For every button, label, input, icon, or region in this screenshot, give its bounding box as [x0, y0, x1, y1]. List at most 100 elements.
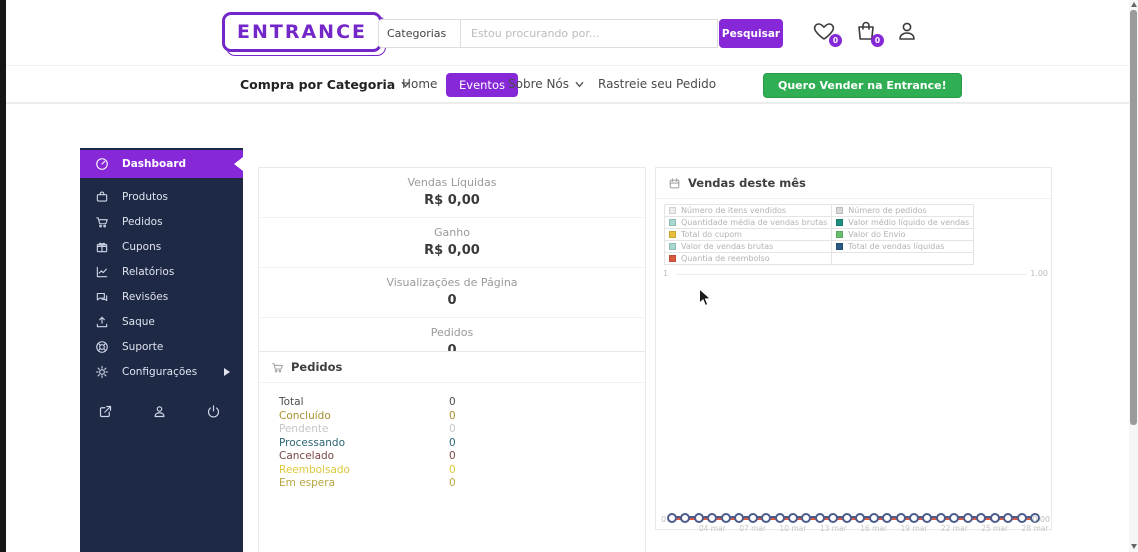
sidebar-item-label: Relatórios [122, 266, 174, 278]
legend-swatch [836, 219, 843, 226]
legend-swatch [669, 219, 676, 226]
legend-item[interactable]: Número de pedidos [832, 205, 974, 217]
sidebar-item-saque[interactable]: Saque [80, 309, 243, 334]
legend-item[interactable]: Total do cupom [665, 229, 832, 241]
legend-item[interactable]: Quantia de reembolso [665, 253, 832, 265]
legend-swatch [836, 207, 843, 214]
order-status-count: 0 [449, 410, 456, 424]
legend-item[interactable]: Total de vendas líquidas [832, 241, 974, 253]
data-point [976, 513, 986, 523]
sidebar-item-pedidos[interactable]: Pedidos [80, 209, 243, 234]
briefcase-icon [95, 190, 109, 204]
nav-compra-por-categoria[interactable]: Compra por Categoria [240, 66, 410, 102]
account-button[interactable] [895, 19, 919, 43]
sidebar-item-configuracoes[interactable]: Configurações [80, 359, 243, 384]
scroll-down-arrow-icon[interactable] [1131, 544, 1137, 549]
legend-label: Número de pedidos [848, 206, 926, 215]
nav-home-label: Home [402, 77, 437, 91]
stat-label: Ganho [259, 226, 645, 239]
speedometer-icon [95, 157, 109, 171]
stat-vendas-liquidas[interactable]: Vendas Líquidas R$ 0,00 [259, 168, 645, 218]
chart-markers[interactable] [672, 512, 1035, 523]
sidebar-item-revisoes[interactable]: Revisões [80, 284, 243, 309]
order-status-row[interactable]: Concluído 0 [279, 410, 625, 424]
main-nav: Compra por Categoria Home Eventos Sobre … [6, 66, 1129, 104]
order-status-row[interactable]: Em espera 0 [279, 477, 625, 491]
legend-swatch [669, 255, 676, 262]
sidebar-item-cupons[interactable]: Cupons [80, 234, 243, 259]
data-point [1003, 513, 1013, 523]
order-status-count: 0 [449, 396, 456, 410]
nav-rastreie-label: Rastreie seu Pedido [598, 77, 716, 91]
order-status-row[interactable]: Pendente 0 [279, 423, 625, 437]
legend-label: Total de vendas líquidas [848, 242, 944, 251]
submenu-arrow-icon [224, 368, 230, 376]
page-scrollbar[interactable] [1129, 0, 1138, 552]
wishlist-button[interactable]: 0 [812, 19, 836, 43]
sidebar-item-produtos[interactable]: Produtos [80, 184, 243, 209]
stat-value: R$ 0,00 [259, 243, 645, 258]
x-axis-tick-label: 04 mar [699, 524, 726, 533]
search-input[interactable] [460, 19, 718, 48]
data-point [721, 513, 731, 523]
scroll-up-arrow-icon[interactable] [1131, 2, 1137, 7]
order-status-label: Em espera [279, 477, 449, 491]
data-point [963, 513, 973, 523]
sidebar-item-dashboard[interactable]: Dashboard [80, 150, 243, 178]
x-axis-tick-label: 19 mar [901, 524, 928, 533]
data-point [667, 513, 677, 523]
x-axis-tick-label: 25 mar [981, 524, 1008, 533]
profile-button[interactable] [152, 404, 167, 423]
data-point [707, 513, 717, 523]
sidebar-item-label: Cupons [122, 241, 161, 253]
nav-home[interactable]: Home [402, 66, 437, 102]
user-icon [895, 19, 919, 43]
legend-item[interactable]: Valor de vendas brutas [665, 241, 832, 253]
categories-dropdown-label: Categorias [387, 27, 446, 40]
logout-button[interactable] [206, 404, 221, 423]
y-axis-left-label: 1 [663, 269, 668, 278]
categories-dropdown[interactable]: Categorias [378, 19, 460, 48]
sidebar-item-suporte[interactable]: Suporte [80, 334, 243, 359]
logo[interactable]: ENTRANCE [222, 12, 382, 52]
legend-label: Total do cupom [681, 230, 742, 239]
order-status-row[interactable]: Processando 0 [279, 437, 625, 451]
power-icon [206, 404, 221, 419]
chart-line-icon [95, 265, 109, 279]
stat-visualizacoes[interactable]: Visualizações de Página 0 [259, 268, 645, 318]
search-bar: Categorias Pesquisar [378, 19, 783, 48]
legend-item[interactable]: Valor médio líquido de vendas [832, 217, 974, 229]
order-status-row[interactable]: Reembolsado 0 [279, 464, 625, 478]
order-status-row[interactable]: Total 0 [279, 396, 625, 410]
monthly-sales-panel: Vendas deste mês Número de itens vendido… [655, 167, 1052, 530]
legend-item[interactable]: Quantidade média de vendas brutas [665, 217, 832, 229]
stat-ganho[interactable]: Ganho R$ 0,00 [259, 218, 645, 268]
visit-store-button[interactable] [98, 404, 113, 423]
vendor-sidebar: Dashboard Produtos Pedidos Cupons Relató… [80, 148, 243, 552]
data-point [936, 513, 946, 523]
data-point [748, 513, 758, 523]
sidebar-item-label: Pedidos [122, 216, 163, 228]
legend-item[interactable]: Número de itens vendidos [665, 205, 832, 217]
order-status-count: 0 [449, 437, 456, 451]
calendar-icon [668, 177, 681, 190]
data-point [869, 513, 879, 523]
stat-label: Visualizações de Página [259, 276, 645, 289]
data-point [788, 513, 798, 523]
scrollbar-thumb[interactable] [1130, 10, 1137, 425]
nav-sobre-nos[interactable]: Sobre Nós [508, 66, 584, 102]
legend-item[interactable]: Valor do Envio [832, 229, 974, 241]
order-status-row[interactable]: Cancelado 0 [279, 450, 625, 464]
page: ENTRANCE Categorias Pesquisar 0 0 Compra… [0, 0, 1138, 552]
nav-rastreie-pedido[interactable]: Rastreie seu Pedido [598, 66, 716, 102]
legend-label: Valor médio líquido de vendas [848, 218, 969, 227]
sell-on-entrance-button[interactable]: Quero Vender na Entrance! [763, 73, 962, 98]
legend-swatch [836, 231, 843, 238]
search-button[interactable]: Pesquisar [719, 19, 783, 48]
cart-button[interactable]: 0 [854, 19, 878, 43]
order-status-label: Processando [279, 437, 449, 451]
data-point [909, 513, 919, 523]
sidebar-item-relatorios[interactable]: Relatórios [80, 259, 243, 284]
x-axis-tick-label: 07 mar [739, 524, 766, 533]
x-axis-tick-label: 13 mar [820, 524, 847, 533]
